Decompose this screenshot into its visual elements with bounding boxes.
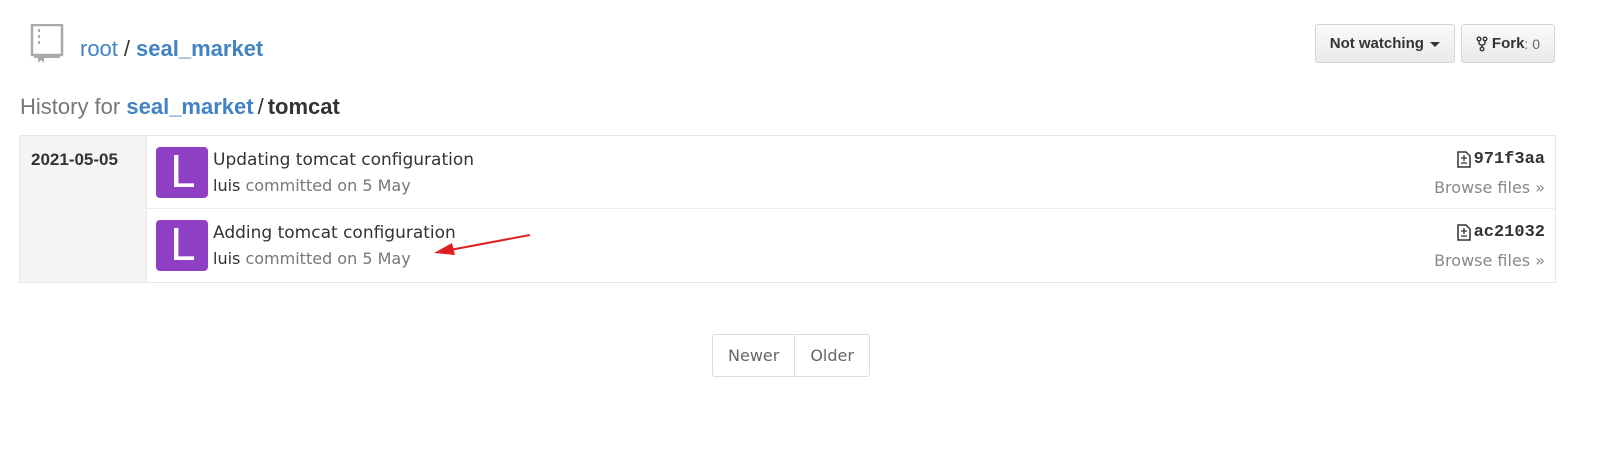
history-prefix: History for [20,94,121,119]
commit-author[interactable]: luis [213,176,240,195]
commit-group-date: 2021-05-05 [20,136,147,282]
commit-meta: luis committed on 5 May [213,249,411,268]
newer-button[interactable]: Newer [713,335,794,376]
commit-sha: ac21032 [1473,223,1545,242]
repo-book-icon [30,24,70,68]
commit-sha: 971f3aa [1473,150,1545,169]
commit-message[interactable]: Adding tomcat configuration [213,223,456,243]
history-repo-link[interactable]: seal_market [126,94,253,119]
repo-name-link[interactable]: seal_market [136,36,263,61]
commit-sha-link[interactable]: ac21032 [1456,223,1545,242]
history-separator: / [257,94,264,119]
commit-group: 2021-05-05 L Updating tomcat configurati… [19,135,1556,283]
repo-owner-link[interactable]: root [80,36,118,61]
repo-header: root / seal_market [30,24,263,68]
avatar[interactable]: L [156,147,208,198]
pagination: Newer Older [712,334,870,377]
fork-icon [1476,36,1488,51]
commit-sha-link[interactable]: 971f3aa [1456,150,1545,169]
commit-date-text: committed on 5 May [245,176,411,195]
caret-down-icon [1429,42,1440,47]
repo-title: root / seal_market [80,36,263,62]
commit-file-icon [1456,151,1471,168]
browse-files-link[interactable]: Browse files » [1434,251,1545,270]
repo-actions: Not watching Fork: 0 [1314,24,1555,63]
history-title: History for seal_market / tomcat [20,94,340,120]
commit-date-text: committed on 5 May [245,249,411,268]
commit-row: L Adding tomcat configuration luis commi… [147,209,1555,282]
history-path: tomcat [267,94,340,119]
commit-author[interactable]: luis [213,249,240,268]
commit-list: L Updating tomcat configuration luis com… [147,136,1555,282]
commit-file-icon [1456,224,1471,241]
annotation-arrow-icon [434,234,531,255]
fork-button-label: Fork [1491,35,1525,52]
avatar[interactable]: L [156,220,208,271]
older-button[interactable]: Older [794,335,869,376]
commit-row: L Updating tomcat configuration luis com… [147,136,1555,209]
commit-message[interactable]: Updating tomcat configuration [213,150,474,170]
commit-meta: luis committed on 5 May [213,176,411,195]
fork-button[interactable]: Fork: 0 [1460,24,1555,63]
watch-button[interactable]: Not watching [1314,24,1455,63]
watch-button-label: Not watching [1329,35,1424,52]
repo-separator: / [123,36,131,61]
browse-files-link[interactable]: Browse files » [1434,178,1545,197]
fork-count: : 0 [1524,35,1540,52]
